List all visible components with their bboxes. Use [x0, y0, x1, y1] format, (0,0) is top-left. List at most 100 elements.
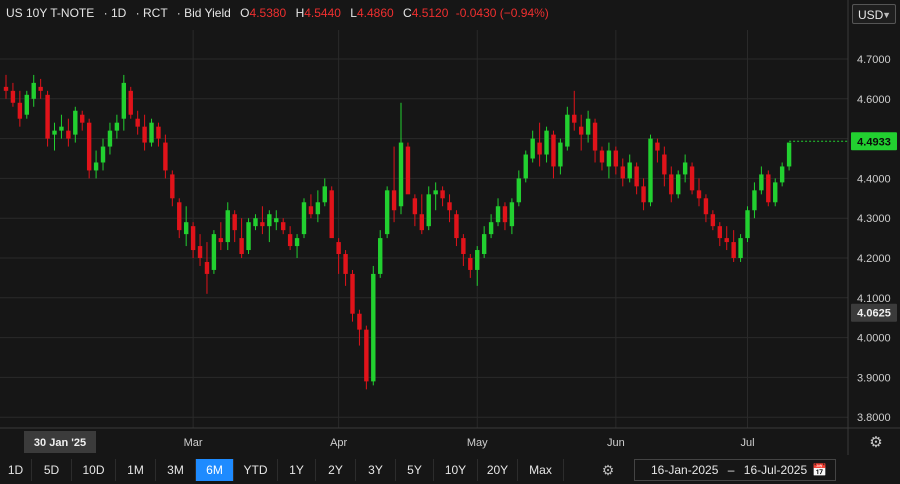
candle-body — [565, 114, 570, 147]
legend: US 10Y T-NOTE · 1D · RCT · Bid Yield O4.… — [6, 6, 549, 20]
candle-body — [267, 214, 272, 227]
range-button-3m[interactable]: 3M — [156, 459, 196, 481]
candle-body — [454, 214, 459, 239]
candle-body — [114, 122, 120, 131]
candle-body — [308, 206, 314, 215]
y-tick-label: 4.3000 — [857, 213, 891, 225]
candle-body — [163, 142, 168, 171]
candle-body — [613, 150, 619, 167]
range-button-10d[interactable]: 10D — [72, 459, 116, 481]
candle-body — [481, 234, 487, 255]
y-tick-label: 3.9000 — [857, 372, 891, 384]
y-tick-label: 4.6000 — [857, 94, 891, 106]
range-button-20y[interactable]: 20Y — [478, 459, 518, 481]
candle-body — [170, 174, 175, 199]
candle-body — [599, 150, 605, 163]
candle-body — [696, 190, 702, 199]
candle-body — [662, 154, 667, 175]
candle-body — [66, 130, 71, 139]
chart-area[interactable]: 4.70004.60004.50004.40004.30004.20004.10… — [0, 0, 900, 455]
candle-body — [301, 202, 307, 235]
range-button-1m[interactable]: 1M — [116, 459, 156, 481]
candle-body — [585, 118, 591, 135]
candle-body — [655, 142, 660, 151]
currency-label: USD — [858, 8, 884, 22]
candle-body — [738, 238, 743, 258]
legend-field: Bid Yield — [184, 6, 231, 20]
candle-body — [371, 273, 376, 382]
range-button-10y[interactable]: 10Y — [434, 459, 478, 481]
candle-body — [177, 202, 182, 231]
candle-body — [287, 234, 293, 247]
legend-sep-3: · — [176, 6, 181, 20]
candle-body — [461, 238, 466, 255]
candle-body — [294, 238, 300, 247]
x-tick-label: Apr — [330, 437, 347, 449]
candle-body — [759, 174, 764, 191]
candle-body — [3, 86, 9, 91]
range-button-6m[interactable]: 6M — [196, 459, 234, 481]
legend-source: RCT — [142, 6, 168, 20]
candle-body — [669, 174, 674, 195]
chevron-down-icon: ▼ — [882, 10, 891, 20]
candle-body — [93, 162, 99, 171]
candle-body — [391, 190, 397, 211]
candle-body — [336, 242, 341, 255]
candle-body — [128, 90, 133, 115]
legend-open-value: 4.5380 — [249, 6, 287, 20]
candle-body — [156, 126, 161, 139]
x-tick-label: Mar — [184, 437, 203, 449]
range-button-3y[interactable]: 3Y — [356, 459, 396, 481]
candle-body — [488, 222, 494, 235]
chart-background — [0, 0, 900, 455]
range-button-5d[interactable]: 5D — [32, 459, 72, 481]
candle-body — [745, 210, 750, 239]
candle-body — [343, 254, 348, 274]
candle-body — [572, 114, 577, 123]
candle-body — [710, 214, 716, 227]
candle-body — [468, 258, 473, 270]
candle-body — [606, 150, 612, 167]
chart-settings-gear-icon[interactable]: ⚙ — [866, 433, 886, 453]
candle-body — [523, 154, 528, 179]
range-button-1d[interactable]: 1D — [0, 459, 32, 481]
candlestick-chart[interactable]: 4.70004.60004.50004.40004.30004.20004.10… — [0, 0, 900, 455]
candle-body — [676, 174, 681, 195]
candle-body — [197, 246, 203, 258]
candle-body — [502, 206, 508, 223]
candle-body — [218, 238, 224, 243]
candle-body — [558, 142, 563, 167]
candle-body — [232, 214, 237, 231]
range-button-5y[interactable]: 5Y — [396, 459, 434, 481]
candle-body — [329, 190, 334, 239]
candle-body — [648, 138, 653, 203]
candle-body — [419, 214, 424, 231]
candle-body — [204, 261, 210, 274]
legend-low-label: L — [350, 6, 357, 20]
candle-body — [634, 166, 639, 187]
date-to: 16-Jul-2025 — [743, 463, 808, 477]
bottom-toolbar: 1D 5D 10D 1M 3M 6M YTD 1Y 2Y 3Y 5Y 10Y 20Y Max ⚙ 16-J… — [0, 456, 900, 484]
date-range-picker[interactable]: 16-Jan-2025 – 16-Jul-2025 📅 — [634, 459, 836, 481]
candle-body — [641, 186, 646, 203]
candle-body — [509, 202, 515, 227]
range-settings-gear-icon[interactable]: ⚙ — [596, 459, 620, 481]
x-tick-label: Jun — [607, 437, 625, 449]
range-button-2y[interactable]: 2Y — [316, 459, 356, 481]
currency-select[interactable]: USD ▼ — [852, 4, 896, 24]
candle-body — [190, 226, 196, 251]
y-tick-label: 4.0000 — [857, 333, 891, 345]
candle-body — [703, 198, 709, 215]
candle-body — [779, 166, 785, 183]
candle-body — [447, 202, 452, 211]
legend-change: -0.0430 (−0.94%) — [455, 6, 549, 20]
candle-body — [752, 190, 757, 211]
range-button-max[interactable]: Max — [518, 459, 564, 481]
candle-body — [80, 114, 85, 123]
calendar-icon: 📅 — [812, 463, 827, 477]
candle-body — [142, 126, 147, 143]
range-button-ytd[interactable]: YTD — [234, 459, 278, 481]
candle-body — [405, 146, 411, 195]
candle-body — [225, 210, 230, 243]
range-button-1y[interactable]: 1Y — [278, 459, 316, 481]
